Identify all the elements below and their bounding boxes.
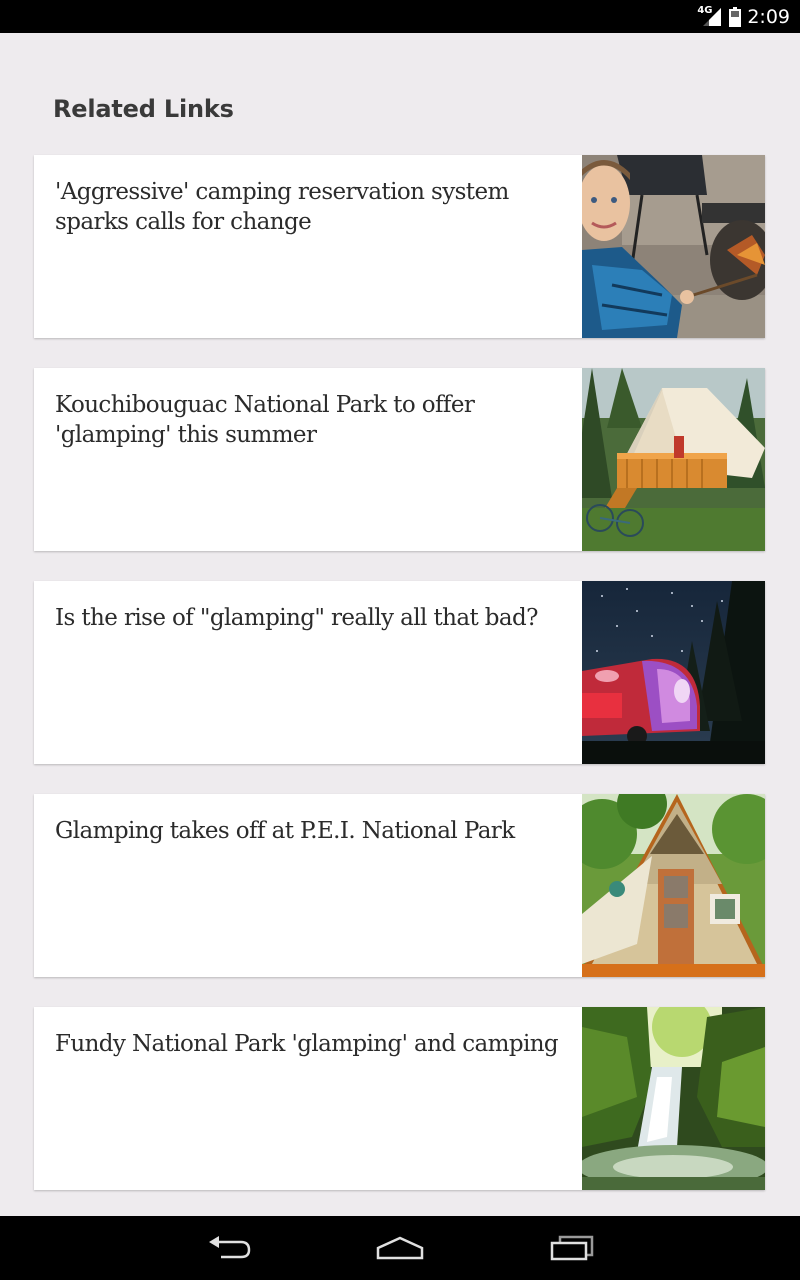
section-title: Related Links xyxy=(53,95,234,123)
clock: 2:09 xyxy=(747,5,790,28)
status-bar: 4G 2:09 xyxy=(0,0,800,33)
related-link-card[interactable]: 'Aggressive' camping reservation system … xyxy=(34,155,765,338)
home-icon[interactable] xyxy=(370,1228,430,1268)
related-link-title[interactable]: Fundy National Park 'glamping' and campi… xyxy=(55,1029,560,1059)
a-frame-tent-photo[interactable] xyxy=(582,794,765,977)
boy-at-campfire-photo[interactable] xyxy=(582,155,765,338)
navigation-bar xyxy=(0,1216,800,1280)
status-icons: 4G 2:09 xyxy=(697,0,790,33)
recent-apps-icon[interactable] xyxy=(542,1228,602,1268)
network-type-label: 4G xyxy=(697,4,713,16)
related-link-card[interactable]: Glamping takes off at P.E.I. National Pa… xyxy=(34,794,765,977)
signal-icon: 4G xyxy=(697,4,723,28)
related-link-card[interactable]: Is the rise of "glamping" really all tha… xyxy=(34,581,765,764)
related-link-title[interactable]: Kouchibouguac National Park to offer 'gl… xyxy=(55,390,560,450)
related-link-card[interactable]: Fundy National Park 'glamping' and campi… xyxy=(34,1007,765,1190)
related-link-title[interactable]: Glamping takes off at P.E.I. National Pa… xyxy=(55,816,560,846)
related-link-card[interactable]: Kouchibouguac National Park to offer 'gl… xyxy=(34,368,765,551)
canvas-tent-cabin-photo[interactable] xyxy=(582,368,765,551)
back-icon[interactable] xyxy=(200,1228,260,1268)
camper-under-stars-photo[interactable] xyxy=(582,581,765,764)
waterfall-forest-photo[interactable] xyxy=(582,1007,765,1190)
related-link-title[interactable]: 'Aggressive' camping reservation system … xyxy=(55,177,560,237)
related-link-title[interactable]: Is the rise of "glamping" really all tha… xyxy=(55,603,560,633)
battery-icon xyxy=(729,6,742,27)
